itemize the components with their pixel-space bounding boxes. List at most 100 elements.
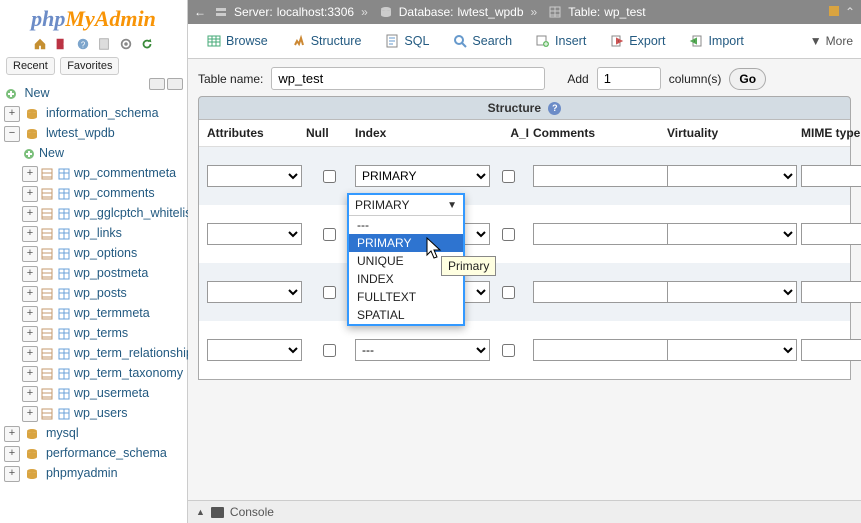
tab-structure[interactable]: Structure — [281, 28, 373, 54]
tab-search[interactable]: Search — [442, 28, 523, 54]
ai-checkbox[interactable] — [502, 228, 515, 241]
tab-import[interactable]: Import — [678, 28, 754, 54]
tree-table[interactable]: +wp_links — [22, 223, 187, 243]
tab-browse[interactable]: Browse — [196, 28, 279, 54]
expand-icon[interactable]: + — [4, 106, 20, 122]
expand-icon[interactable]: + — [22, 286, 38, 302]
mime-select[interactable] — [801, 165, 861, 187]
tab-more[interactable]: ▼ More — [810, 34, 853, 48]
tree-table[interactable]: +wp_comments — [22, 183, 187, 203]
tree-table[interactable]: +wp_usermeta — [22, 383, 187, 403]
query-icon[interactable]: ? — [76, 37, 90, 51]
bc-db[interactable]: lwtest_wpdb — [457, 5, 523, 19]
attributes-select[interactable] — [207, 339, 302, 361]
mime-select[interactable] — [801, 339, 861, 361]
expand-icon[interactable]: + — [22, 366, 38, 382]
expand-icon[interactable]: + — [4, 466, 20, 482]
null-checkbox[interactable] — [323, 228, 336, 241]
attributes-select[interactable] — [207, 223, 302, 245]
bc-server[interactable]: localhost:3306 — [277, 5, 354, 19]
index-option-blank[interactable]: --- — [349, 216, 463, 234]
tree-table[interactable]: +wp_postmeta — [22, 263, 187, 283]
chevron-down-icon: ▼ — [810, 34, 822, 48]
virtuality-select[interactable] — [667, 165, 797, 187]
favorites-tab[interactable]: Favorites — [60, 57, 119, 75]
attributes-select[interactable] — [207, 165, 302, 187]
tree-table[interactable]: +wp_term_taxonomy — [22, 363, 187, 383]
comments-input[interactable] — [533, 339, 673, 361]
index-option-primary[interactable]: PRIMARY — [349, 234, 463, 252]
page-up-icon[interactable]: ⌃ — [845, 5, 855, 19]
tree-db-mysql[interactable]: + mysql — [4, 423, 187, 443]
reload-icon[interactable] — [140, 37, 154, 51]
tree-table[interactable]: New — [22, 143, 187, 163]
expand-icon[interactable]: + — [22, 166, 38, 182]
exit-icon[interactable] — [54, 37, 68, 51]
add-columns-input[interactable] — [597, 67, 661, 90]
settings-icon[interactable] — [119, 37, 133, 51]
virtuality-select[interactable] — [667, 281, 797, 303]
expand-icon[interactable]: + — [4, 446, 20, 462]
ai-checkbox[interactable] — [502, 170, 515, 183]
expand-icon[interactable]: + — [4, 426, 20, 442]
tree-table[interactable]: +wp_users — [22, 403, 187, 423]
tree-table[interactable]: +wp_termmeta — [22, 303, 187, 323]
help-icon[interactable]: ? — [548, 102, 561, 115]
mime-select[interactable] — [801, 281, 861, 303]
comments-input[interactable] — [533, 223, 673, 245]
collapse-icon[interactable]: − — [4, 126, 20, 142]
tree-db-perf[interactable]: + performance_schema — [4, 443, 187, 463]
logo[interactable]: phpMyAdmin — [0, 0, 187, 34]
insert-icon — [536, 34, 550, 48]
table-name-input[interactable] — [271, 67, 545, 90]
comments-input[interactable] — [533, 281, 673, 303]
tree-db-pma[interactable]: + phpmyadmin — [4, 463, 187, 483]
index-option-spatial[interactable]: SPATIAL — [349, 306, 463, 324]
expand-icon[interactable]: + — [22, 246, 38, 262]
expand-icon[interactable]: + — [22, 346, 38, 362]
tree-table[interactable]: +wp_gglcptch_whitelist — [22, 203, 187, 223]
chevron-down-icon[interactable]: ▼ — [447, 200, 457, 211]
null-checkbox[interactable] — [323, 286, 336, 299]
tab-insert[interactable]: Insert — [525, 28, 597, 54]
bc-tbl[interactable]: wp_test — [604, 5, 645, 19]
tree-table[interactable]: +wp_posts — [22, 283, 187, 303]
tree-db-info[interactable]: + information_schema — [4, 103, 187, 123]
mime-select[interactable] — [801, 223, 861, 245]
go-button[interactable]: Go — [729, 68, 766, 90]
tree-table[interactable]: +wp_terms — [22, 323, 187, 343]
ai-checkbox[interactable] — [502, 344, 515, 357]
tree-table[interactable]: +wp_term_relationships — [22, 343, 187, 363]
index-select[interactable]: --- — [355, 339, 490, 361]
console-bar[interactable]: ▲ Console — [188, 500, 861, 523]
home-icon[interactable] — [33, 37, 47, 51]
index-option-fulltext[interactable]: FULLTEXT — [349, 288, 463, 306]
index-select[interactable]: PRIMARY — [355, 165, 490, 187]
tab-sql[interactable]: SQL — [374, 28, 440, 54]
expand-icon[interactable]: + — [22, 266, 38, 282]
nav-back-icon[interactable]: ← — [194, 5, 206, 19]
virtuality-select[interactable] — [667, 339, 797, 361]
tree-db-main[interactable]: − lwtest_wpdb New+wp_commentmeta+wp_comm… — [4, 123, 187, 423]
expand-icon[interactable]: + — [22, 226, 38, 242]
null-checkbox[interactable] — [323, 344, 336, 357]
comments-input[interactable] — [533, 165, 673, 187]
favorite-icon[interactable] — [827, 4, 841, 21]
ai-checkbox[interactable] — [502, 286, 515, 299]
expand-icon[interactable]: + — [22, 326, 38, 342]
expand-icon[interactable]: + — [22, 306, 38, 322]
null-checkbox[interactable] — [323, 170, 336, 183]
virtuality-select[interactable] — [667, 223, 797, 245]
expand-icon[interactable]: + — [22, 186, 38, 202]
attributes-select[interactable] — [207, 281, 302, 303]
tree-new[interactable]: New — [4, 83, 187, 103]
tab-export[interactable]: Export — [599, 28, 676, 54]
docs-icon[interactable] — [97, 37, 111, 51]
tree-table[interactable]: +wp_commentmeta — [22, 163, 187, 183]
table-icon — [57, 287, 71, 301]
expand-icon[interactable]: + — [22, 406, 38, 422]
recent-tab[interactable]: Recent — [6, 57, 55, 75]
tree-table[interactable]: +wp_options — [22, 243, 187, 263]
expand-icon[interactable]: + — [22, 386, 38, 402]
expand-icon[interactable]: + — [22, 206, 38, 222]
